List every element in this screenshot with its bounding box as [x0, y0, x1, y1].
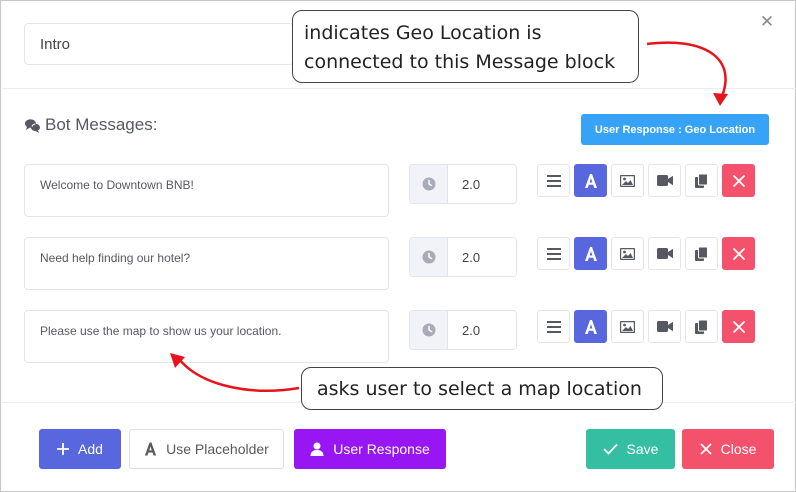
user-response-label: User Response	[333, 441, 430, 457]
menu-icon	[546, 320, 561, 333]
annotation-callout-geo-text: indicates Geo Location is connected to t…	[304, 22, 616, 73]
duplicate-button[interactable]	[685, 310, 718, 343]
copy-icon	[695, 319, 708, 334]
menu-icon	[546, 174, 561, 187]
close-button-label: Close	[720, 441, 757, 457]
delay-value[interactable]: 2.0	[448, 165, 516, 203]
copy-icon	[695, 173, 708, 188]
message-textarea[interactable]: Welcome to Downtown BNB!	[24, 164, 389, 217]
annotation-callout-map-text: asks user to select a map location	[317, 377, 642, 400]
block-name-value: Intro	[40, 35, 71, 53]
annotation-callout-geo: indicates Geo Location is connected to t…	[292, 10, 639, 83]
message-row: Need help finding our hotel? 2.0	[1, 237, 796, 291]
text-type-button[interactable]	[574, 237, 607, 270]
use-placeholder-button[interactable]: Use Placeholder	[129, 429, 284, 469]
delay-value[interactable]: 2.0	[448, 311, 516, 349]
add-button[interactable]: Add	[39, 429, 121, 469]
clock-icon	[410, 311, 448, 349]
section-title-label: Bot Messages:	[45, 115, 158, 134]
close-icon	[699, 443, 712, 455]
arrow-to-geo-badge	[646, 41, 727, 100]
font-icon	[584, 319, 597, 334]
message-textarea[interactable]: Please use the map to show us your locat…	[24, 310, 389, 363]
font-icon	[144, 442, 157, 456]
video-type-button[interactable]	[648, 164, 681, 197]
clock-icon	[410, 165, 448, 203]
close-icon	[732, 320, 745, 333]
delete-button[interactable]	[722, 164, 755, 197]
video-type-button[interactable]	[648, 310, 681, 343]
reorder-button[interactable]	[537, 310, 570, 343]
video-type-button[interactable]	[648, 237, 681, 270]
reorder-button[interactable]	[537, 237, 570, 270]
text-type-button[interactable]	[574, 164, 607, 197]
modal-dialog: Intro ✕ Bot Messages: User Response : Ge…	[0, 0, 796, 492]
image-icon	[620, 247, 635, 260]
duplicate-button[interactable]	[685, 237, 718, 270]
message-toolbar	[537, 310, 755, 343]
message-text: Please use the map to show us your locat…	[40, 324, 282, 338]
section-title: Bot Messages:	[24, 115, 157, 135]
header-divider	[2, 88, 796, 89]
delay-input-group[interactable]: 2.0	[409, 310, 517, 350]
video-icon	[656, 175, 673, 186]
close-icon	[732, 247, 745, 260]
geo-badge-label: User Response : Geo Location	[594, 123, 756, 136]
image-type-button[interactable]	[611, 164, 644, 197]
plus-icon	[57, 443, 70, 455]
copy-icon	[695, 246, 708, 261]
delay-input-group[interactable]: 2.0	[409, 164, 517, 204]
video-icon	[656, 248, 673, 259]
check-icon	[602, 443, 618, 455]
image-icon	[620, 174, 635, 187]
delay-input-group[interactable]: 2.0	[409, 237, 517, 277]
message-toolbar	[537, 237, 755, 270]
arrowhead-geo	[713, 93, 728, 106]
delay-value[interactable]: 2.0	[448, 238, 516, 276]
message-textarea[interactable]: Need help finding our hotel?	[24, 237, 389, 290]
menu-icon	[546, 247, 561, 260]
block-name-input[interactable]: Intro	[24, 23, 294, 65]
chat-bubbles-icon	[24, 117, 41, 134]
message-text: Welcome to Downtown BNB!	[40, 178, 194, 192]
message-toolbar	[537, 164, 755, 197]
close-button[interactable]: Close	[682, 429, 774, 469]
font-icon	[584, 173, 597, 188]
delete-button[interactable]	[722, 237, 755, 270]
save-button[interactable]: Save	[586, 429, 675, 469]
video-icon	[656, 321, 673, 332]
message-row: Welcome to Downtown BNB! 2.0	[1, 164, 796, 218]
add-button-label: Add	[78, 441, 103, 457]
image-type-button[interactable]	[611, 310, 644, 343]
annotation-callout-map: asks user to select a map location	[301, 367, 663, 410]
user-icon	[310, 442, 324, 456]
save-button-label: Save	[626, 441, 659, 457]
message-text: Need help finding our hotel?	[40, 251, 191, 265]
reorder-button[interactable]	[537, 164, 570, 197]
geo-location-response-badge[interactable]: User Response : Geo Location	[581, 114, 769, 145]
use-placeholder-label: Use Placeholder	[166, 441, 269, 457]
close-icon	[732, 174, 745, 187]
font-icon	[584, 246, 597, 261]
delete-button[interactable]	[722, 310, 755, 343]
close-icon[interactable]: ✕	[758, 13, 776, 31]
duplicate-button[interactable]	[685, 164, 718, 197]
clock-icon	[410, 238, 448, 276]
user-response-button[interactable]: User Response	[294, 429, 446, 469]
message-row: Please use the map to show us your locat…	[1, 310, 796, 364]
image-icon	[620, 320, 635, 333]
text-type-button[interactable]	[574, 310, 607, 343]
image-type-button[interactable]	[611, 237, 644, 270]
